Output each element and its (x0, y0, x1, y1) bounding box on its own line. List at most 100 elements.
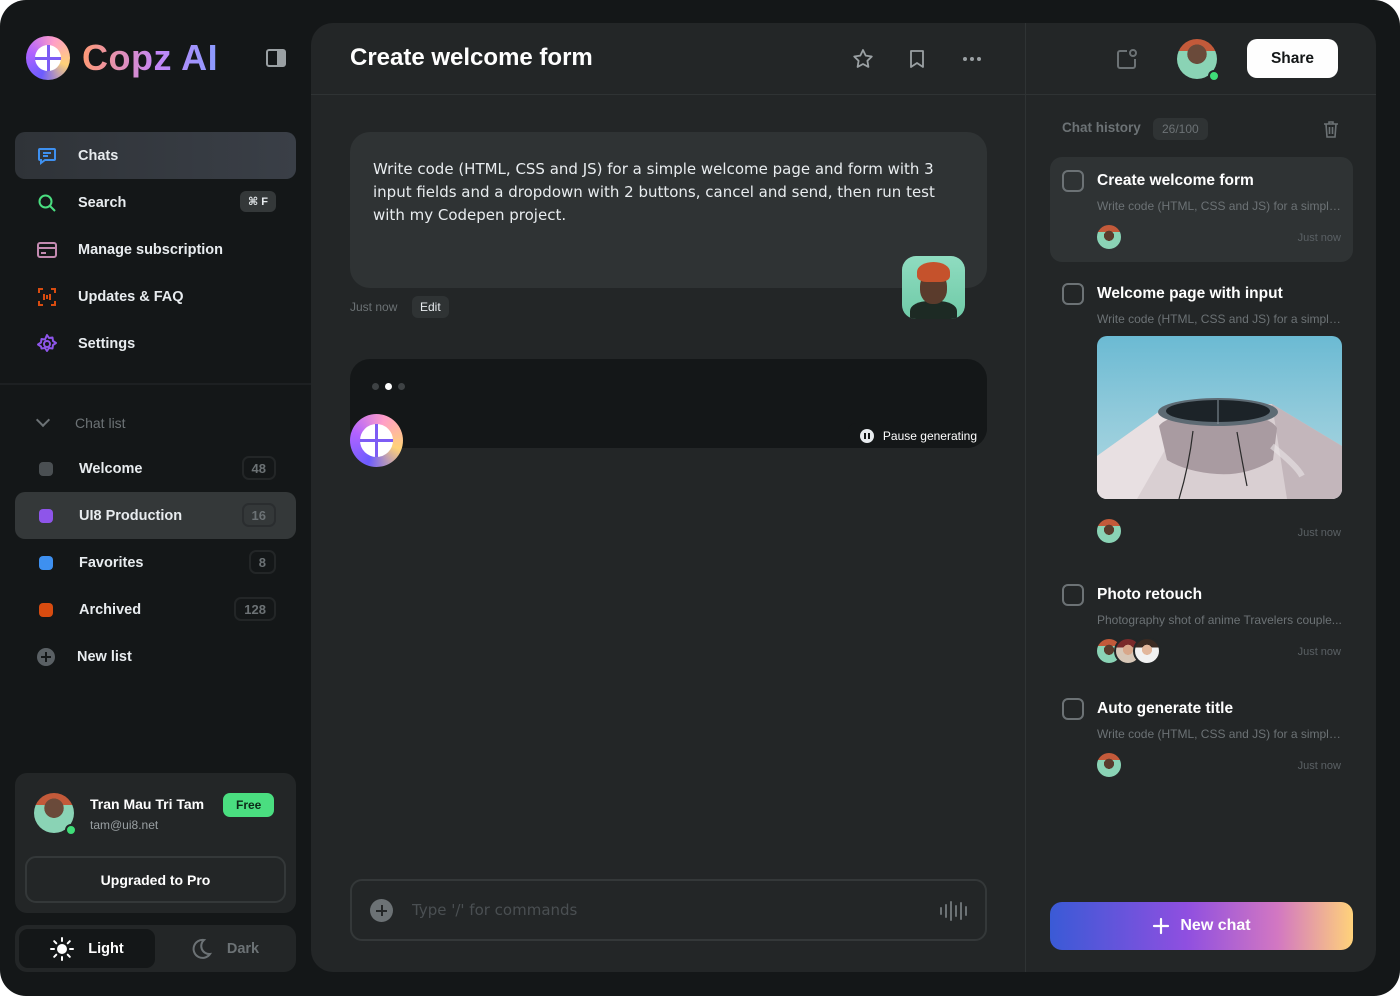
chat-list-count: 8 (248, 550, 276, 574)
history-checkbox[interactable] (1062, 170, 1084, 192)
history-time: Just now (1297, 646, 1341, 658)
history-time: Just now (1297, 760, 1341, 772)
chevron-down-icon (35, 412, 51, 428)
avatar (1095, 223, 1123, 251)
sun-icon (50, 936, 75, 961)
ai-response-bubble: Pause generating (350, 359, 987, 448)
search-shortcut-badge: ⌘ F (240, 191, 276, 212)
moon-icon (192, 938, 212, 959)
chat-list-header[interactable]: Chat list (15, 400, 296, 445)
history-subtitle: Write code (HTML, CSS and JS) for a simp… (1097, 199, 1342, 213)
chat-list-label: UI8 Production (79, 507, 183, 524)
user-name: Tran Mau Tri Tam (90, 796, 205, 812)
primary-nav: Chats Search ⌘ F Manage subscription Upd… (15, 132, 296, 367)
history-image-thumbnail[interactable] (1097, 336, 1342, 499)
nav-label: Manage subscription (78, 241, 224, 258)
nav-item-manage-subscription[interactable]: Manage subscription (15, 226, 296, 273)
search-icon (36, 192, 58, 214)
brand-name: Copz AI (82, 37, 219, 78)
nav-label: Search (78, 194, 127, 211)
chat-list-item-favorites[interactable]: Favorites 8 (15, 539, 296, 586)
plus-circle-icon (37, 647, 55, 666)
theme-switch: Light Dark (15, 925, 296, 972)
app-window: Copz AI Chats Search ⌘ F Manage subscrip… (0, 0, 1400, 996)
history-checkbox[interactable] (1062, 283, 1084, 305)
user-card: Tran Mau Tri Tam tam@ui8.net Free Upgrad… (15, 773, 296, 913)
nav-item-settings[interactable]: Settings (15, 320, 296, 367)
right-header-divider (1026, 94, 1376, 95)
new-list-button[interactable]: New list (15, 633, 296, 680)
history-subtitle: Photography shot of anime Travelers coup… (1097, 613, 1342, 627)
sidebar: Copz AI Chats Search ⌘ F Manage subscrip… (0, 0, 311, 996)
avatar (1095, 517, 1123, 545)
nav-item-updates-faq[interactable]: Updates & FAQ (15, 273, 296, 320)
user-email: tam@ui8.net (90, 818, 159, 832)
chat-list-label: Archived (79, 601, 142, 618)
message-composer (350, 879, 987, 941)
history-title: Welcome page with input (1097, 285, 1283, 302)
history-item[interactable]: Auto generate title Write code (HTML, CS… (1050, 685, 1353, 785)
chat-list-item-ui8-production[interactable]: UI8 Production 16 (15, 492, 296, 539)
nav-label: Chats (78, 147, 119, 164)
card-icon (36, 239, 58, 261)
trash-icon[interactable] (1323, 120, 1339, 138)
history-title: Create welcome form (1097, 172, 1254, 189)
theme-dark-button[interactable]: Dark (156, 929, 292, 968)
chat-list-count: 128 (234, 597, 276, 621)
pause-label: Pause generating (882, 428, 977, 443)
avatar (1095, 751, 1123, 779)
bookmark-icon[interactable] (906, 48, 928, 70)
plus-icon (1153, 917, 1170, 935)
history-checkbox[interactable] (1062, 698, 1084, 720)
voice-input-icon[interactable] (940, 901, 967, 921)
message-input[interactable] (412, 895, 932, 925)
brand-logo-icon (26, 36, 70, 80)
history-item[interactable]: Photo retouch Photography shot of anime … (1050, 571, 1353, 671)
pause-generating-button[interactable]: Pause generating (847, 423, 987, 448)
nav-item-search[interactable]: Search ⌘ F (15, 179, 296, 226)
chat-list-label: Welcome (79, 460, 143, 477)
message-timestamp: Just now (350, 300, 398, 314)
plan-badge: Free (223, 793, 275, 817)
upgrade-button[interactable]: Upgraded to Pro (25, 856, 286, 903)
avatar (1133, 637, 1161, 665)
chat-list-item-archived[interactable]: Archived 128 (15, 586, 296, 633)
theme-light-label: Light (88, 940, 124, 957)
history-item[interactable]: Create welcome form Write code (HTML, CS… (1050, 157, 1353, 262)
folder-color-icon (39, 602, 53, 617)
nav-item-chats[interactable]: Chats (15, 132, 296, 179)
main-panel: Create welcome form Write code (HTML, CS… (311, 23, 1376, 972)
history-item[interactable]: Welcome page with input Write code (HTML… (1050, 270, 1353, 555)
chat-list-title: Chat list (75, 414, 126, 431)
chat-icon (36, 145, 58, 167)
star-icon[interactable] (852, 48, 874, 70)
sidebar-toggle-icon[interactable] (266, 49, 286, 67)
nav-label: Updates & FAQ (78, 288, 184, 305)
sidebar-divider (0, 383, 311, 385)
new-chat-button[interactable]: New chat (1050, 902, 1353, 950)
history-time: Just now (1297, 527, 1341, 539)
avatar[interactable] (1177, 39, 1220, 82)
share-button[interactable]: Share (1247, 39, 1338, 78)
online-status-dot (65, 824, 77, 836)
folder-color-icon (39, 508, 53, 523)
add-attachment-icon[interactable] (370, 899, 393, 922)
edit-message-button[interactable]: Edit (412, 296, 449, 318)
history-checkbox[interactable] (1062, 584, 1084, 606)
user-message-text: Write code (HTML, CSS and JS) for a simp… (373, 160, 935, 224)
history-time: Just now (1297, 232, 1341, 244)
page-title: Create welcome form (350, 44, 593, 71)
new-note-icon[interactable] (1115, 47, 1139, 76)
gear-icon (36, 333, 58, 355)
brand[interactable]: Copz AI (26, 36, 218, 80)
user-message-bubble: Write code (HTML, CSS and JS) for a simp… (350, 132, 987, 288)
avatar (902, 256, 965, 319)
folder-color-icon (39, 461, 53, 476)
avatar[interactable] (34, 793, 77, 836)
history-title: Auto generate title (1097, 700, 1234, 717)
more-icon[interactable] (961, 48, 983, 70)
history-subtitle: Write code (HTML, CSS and JS) for a simp… (1097, 727, 1342, 741)
theme-light-button[interactable]: Light (19, 929, 155, 968)
chat-list-item-welcome[interactable]: Welcome 48 (15, 445, 296, 492)
chat-list: Chat list Welcome 48 UI8 Production 16 F… (15, 400, 296, 680)
